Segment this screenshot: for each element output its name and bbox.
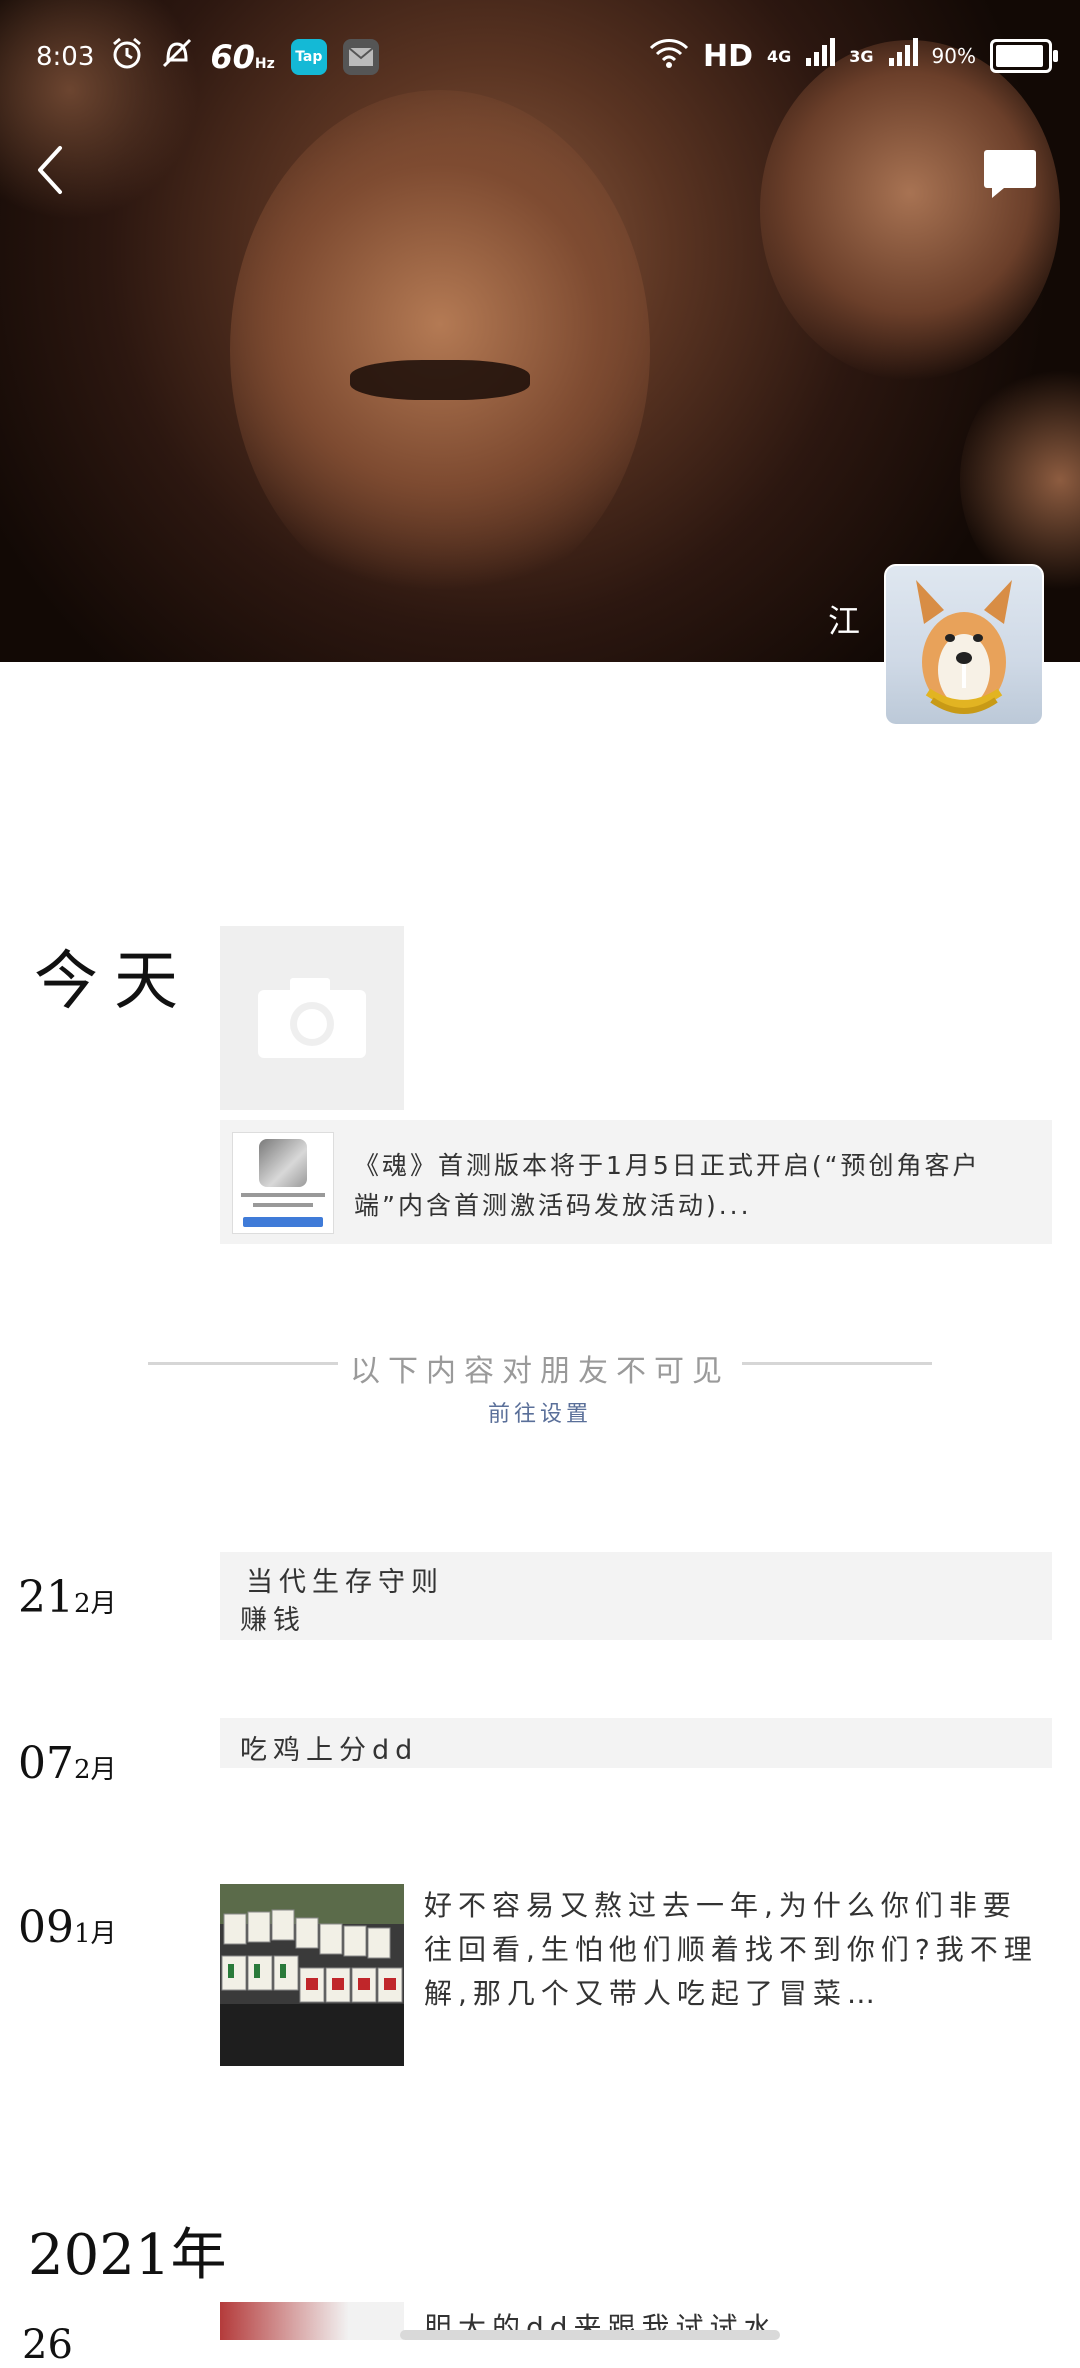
post-date: 091月 (18, 1902, 117, 1953)
post-text[interactable]: 胆大的dd来跟我试试水 (424, 2306, 778, 2346)
signal-icon (805, 38, 836, 74)
mail-icon (342, 39, 379, 75)
refresh-rate: 60 (210, 38, 255, 76)
net2-label: 3G (849, 46, 874, 66)
post-day: 07 (18, 1738, 74, 1789)
wifi-icon (649, 36, 689, 76)
divider-line (148, 1362, 338, 1365)
post-day: 09 (18, 1902, 74, 1953)
network-label: HD (703, 38, 754, 74)
refresh-unit: Hz (254, 56, 275, 72)
post-month: 1月 (74, 1919, 117, 1949)
status-bar: 8:03 60Hz Tap HD 4G 3G 90% (0, 0, 1080, 110)
comment-icon (984, 150, 1036, 198)
post-line: 吃鸡上分dd (240, 1735, 419, 1766)
post-image[interactable] (220, 2302, 404, 2340)
private-divider-text: 以下内容对朋友不可见 (350, 1354, 730, 1389)
user-name[interactable]: 江 (828, 596, 860, 642)
post-date: 212月 (18, 1572, 117, 1623)
camera-icon (258, 978, 366, 1058)
back-button[interactable] (24, 140, 80, 200)
status-time: 8:03 (36, 42, 95, 72)
post-image[interactable] (220, 1884, 404, 2066)
post-month: 2月 (74, 1755, 117, 1785)
post-line: 赚钱 (240, 1605, 306, 1636)
text-post-card[interactable]: 当代生存守则 赚钱 (220, 1552, 1052, 1640)
avatar[interactable] (884, 564, 1044, 726)
battery-icon (990, 39, 1058, 73)
comment-button[interactable] (982, 148, 1038, 200)
post-date: 072月 (18, 1738, 117, 1789)
shared-link-card[interactable]: 《魂》首测版本将于1月5日正式开启(“预创角客户端”内含首测激活码发放活动)..… (220, 1120, 1052, 1244)
net1-label: 4G (767, 46, 792, 66)
post-day: 21 (18, 1572, 74, 1623)
text-post-card[interactable]: 吃鸡上分dd (220, 1718, 1052, 1768)
shared-link-text: 《魂》首测版本将于1月5日正式开启(“预创角客户端”内含首测激活码发放活动)..… (354, 1151, 981, 1220)
post-month: 2月 (74, 1589, 117, 1619)
today-label: 今天 (34, 945, 194, 1019)
post-line: 当代生存守则 (246, 1567, 444, 1598)
go-to-settings-link[interactable]: 前往设置 (440, 1396, 640, 1428)
post-text[interactable]: 好不容易又熬过去一年,为什么你们非要往回看,生怕他们顺着找不到你们?我不理解,那… (424, 1884, 1044, 2016)
tap-badge: Tap (290, 39, 327, 75)
divider-line (742, 1362, 932, 1365)
mute-icon (160, 36, 194, 78)
post-day: 26 (22, 2322, 73, 2368)
shared-link-thumbnail (232, 1132, 334, 1234)
chevron-left-icon (38, 146, 62, 194)
scroll-indicator (400, 2330, 780, 2340)
alarm-icon (110, 36, 144, 78)
signal-icon (888, 38, 918, 74)
battery-text: 90% (931, 44, 976, 68)
add-photo-button[interactable] (220, 926, 404, 1110)
year-label: 2021年 (28, 2223, 227, 2288)
